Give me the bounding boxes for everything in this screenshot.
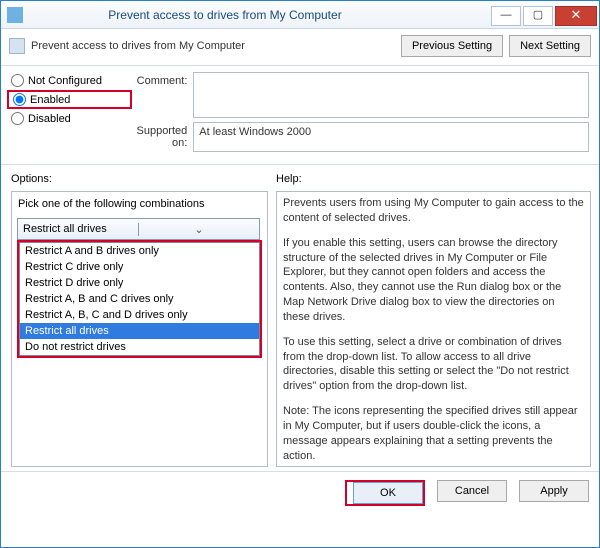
titlebar[interactable]: Prevent access to drives from My Compute… [1,1,599,29]
separator [1,164,599,165]
policy-title: Prevent access to drives from My Compute… [31,40,395,52]
toolbar: Prevent access to drives from My Compute… [1,29,599,66]
highlight-dropdown: Restrict A and B drives onlyRestrict C d… [17,240,262,358]
dropdown-item[interactable]: Restrict all drives [20,323,259,339]
dropdown-item[interactable]: Restrict A, B, C and D drives only [20,307,259,323]
comment-textarea[interactable] [193,72,589,118]
dropdown-item[interactable]: Restrict A, B and C drives only [20,291,259,307]
dropdown-item[interactable]: Do not restrict drives [20,339,259,355]
radio-not-configured[interactable]: Not Configured [11,74,126,87]
dropdown-item[interactable]: Restrict C drive only [20,259,259,275]
dropdown-list[interactable]: Restrict A and B drives onlyRestrict C d… [19,242,260,356]
radio-enabled-input[interactable] [13,93,26,106]
help-panel[interactable]: Prevents users from using My Computer to… [276,191,591,467]
help-paragraph: Note: The icons representing the specifi… [283,404,584,463]
previous-setting-button[interactable]: Previous Setting [401,35,503,57]
maximize-button[interactable]: ▢ [523,6,553,26]
dropdown-item[interactable]: Restrict D drive only [20,275,259,291]
pick-label: Pick one of the following combinations [18,198,261,210]
supported-label: Supported on: [126,122,193,152]
help-label: Help: [276,173,589,185]
ok-button[interactable]: OK [353,482,423,504]
policy-icon [9,38,25,54]
radio-not-configured-input[interactable] [11,74,24,87]
radio-disabled-input[interactable] [11,112,24,125]
apply-button[interactable]: Apply [519,480,589,502]
comment-label: Comment: [126,72,193,118]
chevron-down-icon: ⌄ [138,223,259,236]
supported-on-box: At least Windows 2000 [193,122,589,152]
options-label: Options: [11,173,276,185]
options-panel: Pick one of the following combinations R… [11,191,268,467]
supported-on-text: At least Windows 2000 [199,126,311,138]
radio-label: Not Configured [28,75,102,87]
highlight-ok: OK [345,480,425,506]
next-setting-button[interactable]: Next Setting [509,35,591,57]
config-area: Not Configured Enabled Disabled Comment:… [1,66,599,160]
radio-disabled[interactable]: Disabled [11,112,126,125]
window-title: Prevent access to drives from My Compute… [0,8,491,22]
combo-selected-text: Restrict all drives [18,223,138,235]
radio-label: Enabled [30,94,70,106]
radio-enabled[interactable]: Enabled [13,93,126,106]
help-paragraph: To use this setting, select a drive or c… [283,335,584,394]
radio-label: Disabled [28,113,71,125]
policy-dialog: Prevent access to drives from My Compute… [0,0,600,548]
dropdown-item[interactable]: Restrict A and B drives only [20,243,259,259]
cancel-button[interactable]: Cancel [437,480,507,502]
minimize-button[interactable]: — [491,6,521,26]
footer: OK Cancel Apply [1,471,599,516]
drive-combo[interactable]: Restrict all drives ⌄ [17,218,260,240]
help-paragraph: If you enable this setting, users can br… [283,236,584,325]
close-button[interactable]: ✕ [555,6,597,26]
highlight-enabled: Enabled [7,90,132,109]
help-paragraph: Prevents users from using My Computer to… [283,196,584,226]
